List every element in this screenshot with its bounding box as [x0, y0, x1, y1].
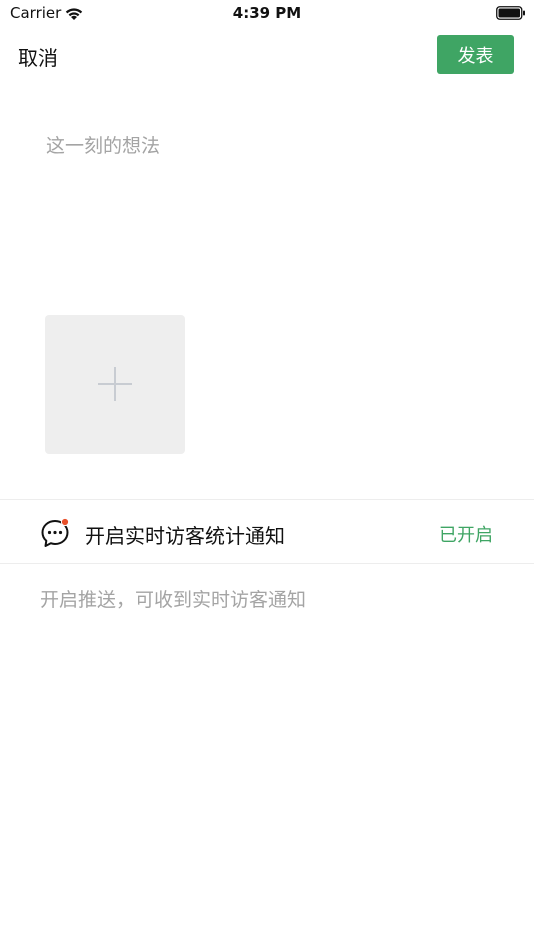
visitor-notification-row[interactable]: 开启实时访客统计通知 已开启 — [0, 500, 534, 563]
cancel-button[interactable]: 取消 — [18, 42, 58, 71]
chat-bubble-icon — [41, 517, 70, 547]
thought-input[interactable] — [46, 131, 486, 271]
add-image-button[interactable] — [45, 315, 185, 454]
notification-status[interactable]: 已开启 — [439, 521, 493, 547]
battery-icon — [496, 6, 525, 20]
notification-label: 开启实时访客统计通知 — [85, 524, 285, 548]
status-time: 4:39 PM — [232, 4, 302, 22]
notification-hint: 开启推送，可收到实时访客通知 — [40, 589, 307, 611]
divider — [0, 563, 534, 564]
status-bar: Carrier 4:39 PM — [0, 0, 534, 28]
publish-button[interactable]: 发表 — [437, 35, 514, 74]
